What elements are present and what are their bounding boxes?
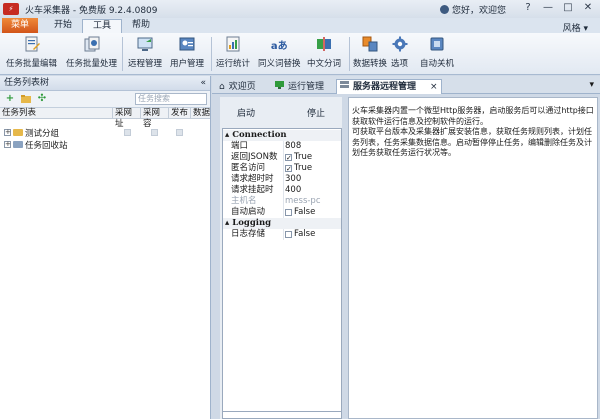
description-paragraph: 可获取平台版本及采集器扩展安装信息，获取任务规则列表，计划任务列表，任务采集数据… (352, 127, 592, 157)
remote-manage-button[interactable]: 远程管理 (128, 36, 162, 72)
tab-tools[interactable]: 工具 (82, 19, 123, 33)
category-logging[interactable]: ▴ Logging (223, 218, 341, 229)
tab-server-remote[interactable]: 服务器远程管理 × (336, 79, 442, 94)
task-tree-pane: 任务列表树 « + ✣ 任务搜索 任务列表 采网址 采网容 发布 数据 + 测试… (0, 76, 211, 419)
pane-header: 任务列表树 « (0, 76, 210, 91)
expand-plus-icon[interactable]: + (4, 141, 11, 148)
user-manage-icon (179, 36, 195, 52)
ribbon-toolbar: 任务批量编辑 任务批量处理 远程管理 用户管理 运行统计 aあ 同义词替换 中文… (0, 33, 600, 75)
expand-icon[interactable]: ✣ (37, 94, 47, 104)
welcome-text: 您好，欢迎您 (451, 6, 506, 16)
tab-menu-icon[interactable]: ▾ (589, 80, 594, 90)
run-stats-button[interactable]: 运行统计 (216, 36, 250, 72)
batch-edit-icon (24, 36, 40, 52)
prop-log-storage[interactable]: 日志存储 False (223, 229, 341, 240)
server-control-panel: 启动 停止 ▴ Connection 端口 808 返回JSON数 ✓ True … (220, 97, 342, 419)
tree-item-recycle-bin[interactable]: + 任务回收站 (4, 139, 68, 151)
prop-port[interactable]: 端口 808 (223, 141, 341, 152)
ribbon-separator (349, 37, 350, 71)
start-button[interactable]: 启动 (226, 107, 266, 121)
batch-process-button[interactable]: 任务批量处理 (66, 36, 117, 72)
row-checkbox[interactable] (151, 129, 158, 136)
collapse-icon[interactable]: « (200, 76, 206, 91)
ribbon-separator (122, 37, 123, 71)
col-collect-url[interactable]: 采网址 (112, 108, 140, 129)
chinese-segment-icon (316, 36, 332, 52)
folder-icon[interactable] (21, 94, 31, 104)
column-header: 任务列表 采网址 采网容 发布 数据 (0, 108, 211, 129)
gear-icon (392, 36, 408, 52)
tab-welcome[interactable]: ⌂ 欢迎页 (216, 79, 270, 94)
user-icon (439, 5, 449, 14)
ribbon-tab-bar: 菜单 开始 工具 帮助 (0, 18, 600, 33)
checkbox-unchecked-icon[interactable] (285, 209, 292, 216)
tree-item-test-group[interactable]: + 测试分组 (4, 127, 59, 139)
prop-anonymous-access[interactable]: 匿名访问 ✓ True (223, 163, 341, 174)
tree-toolbar: + ✣ 任务搜索 (0, 91, 210, 108)
add-icon[interactable]: + (5, 94, 15, 104)
title-bar: ⚡ 火车采集器 - 免费版 9.2.4.0809 您好，欢迎您 ? — □ ✕ (0, 0, 600, 18)
task-search-input[interactable]: 任务搜索 (135, 93, 207, 105)
maximize-button[interactable]: □ (560, 2, 576, 15)
document-tab-bar: ⌂ 欢迎页 运行管理 服务器远程管理 × ▾ (212, 76, 600, 94)
tab-help[interactable]: 帮助 (122, 19, 160, 33)
home-icon: ⌂ (219, 81, 225, 92)
auto-shutdown-button[interactable]: 自动关机 (420, 36, 454, 72)
description-paragraph: 火车采集器内置一个微型Http服务器，启动服务后可以通过http接口获取软件运行… (352, 106, 594, 126)
prop-return-json[interactable]: 返回JSON数 ✓ True (223, 152, 341, 163)
close-button[interactable]: ✕ (580, 2, 596, 15)
minimize-button[interactable]: — (540, 2, 556, 15)
row-checkbox[interactable] (176, 129, 183, 136)
col-collect-content[interactable]: 采网容 (140, 108, 168, 129)
batch-process-icon (84, 36, 100, 52)
stop-button[interactable]: 停止 (296, 107, 336, 121)
tab-start[interactable]: 开始 (44, 19, 82, 33)
synonym-replace-icon: aあ (270, 40, 288, 52)
server-icon (340, 80, 349, 94)
recycle-bin-icon (13, 141, 23, 148)
tab-run-manage[interactable]: 运行管理 (272, 79, 334, 94)
monitor-icon (275, 80, 284, 94)
col-data[interactable]: 数据 (190, 108, 211, 119)
row-checkbox[interactable] (124, 129, 131, 136)
remote-manage-icon (137, 36, 153, 52)
prop-request-suspend[interactable]: 请求挂起时 400 (223, 185, 341, 196)
checkbox-checked-icon[interactable]: ✓ (285, 154, 292, 162)
prop-request-timeout[interactable]: 请求超时时 300 (223, 174, 341, 185)
help-icon[interactable]: ? (520, 2, 536, 15)
checkbox-checked-icon[interactable]: ✓ (285, 165, 292, 173)
synonym-replace-button[interactable]: aあ 同义词替换 (258, 36, 301, 72)
user-manage-button[interactable]: 用户管理 (170, 36, 204, 72)
run-stats-icon (225, 36, 241, 52)
expand-plus-icon[interactable]: + (4, 129, 11, 136)
prop-auto-start[interactable]: 自动启动 False (223, 207, 341, 218)
folder-icon (13, 129, 23, 136)
property-grid: ▴ Connection 端口 808 返回JSON数 ✓ True 匿名访问 ✓… (222, 128, 342, 419)
data-convert-button[interactable]: 数据转换 (353, 36, 387, 72)
chinese-segment-button[interactable]: 中文分词 (307, 36, 341, 72)
close-tab-icon[interactable]: × (430, 80, 438, 94)
prop-hostname: 主机名 mess-pc (231, 196, 321, 207)
options-button[interactable]: 选项 (391, 36, 408, 72)
checkbox-unchecked-icon[interactable] (285, 231, 292, 238)
main-menu-button[interactable]: 菜单 (2, 18, 38, 33)
col-task-list[interactable]: 任务列表 (0, 108, 112, 119)
window-title: 火车采集器 - 免费版 9.2.4.0809 (25, 5, 158, 16)
data-convert-icon (362, 36, 378, 52)
col-publish[interactable]: 发布 (168, 108, 190, 119)
server-description: 火车采集器内置一个微型Http服务器，启动服务后可以通过http接口获取软件运行… (348, 97, 598, 419)
ribbon-separator (211, 37, 212, 71)
welcome-area[interactable]: 您好，欢迎您 (439, 3, 506, 16)
category-connection[interactable]: ▴ Connection (223, 130, 341, 141)
grid-divider (223, 411, 341, 412)
auto-shutdown-icon (429, 36, 445, 52)
pane-title: 任务列表树 (4, 78, 50, 88)
app-logo-icon: ⚡ (3, 3, 19, 15)
batch-edit-button[interactable]: 任务批量编辑 (6, 36, 57, 72)
